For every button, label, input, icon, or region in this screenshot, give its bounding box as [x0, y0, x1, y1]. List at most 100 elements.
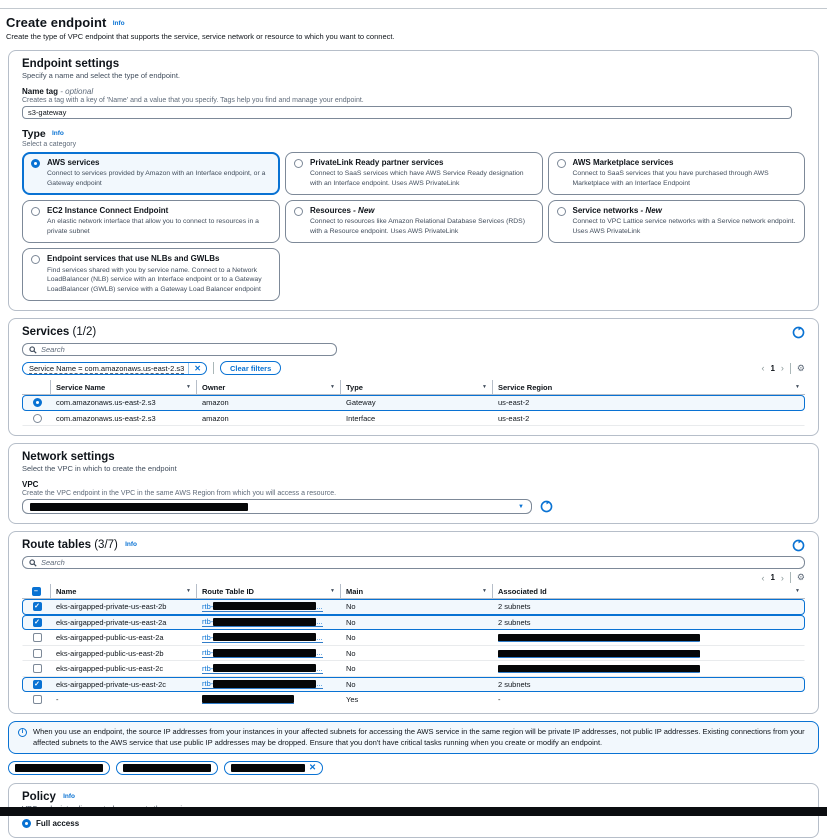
route-table-id-link[interactable]: rtb-...: [202, 602, 323, 612]
cell-type: Gateway: [341, 398, 493, 407]
new-badge: - New: [353, 206, 374, 215]
policy-info-link[interactable]: Info: [63, 793, 75, 800]
column-header-service-name[interactable]: Service Name▼: [50, 380, 196, 394]
route-table-id-link[interactable]: rtb-...: [202, 617, 323, 627]
redacted-subnet-value: [231, 764, 305, 772]
route-table-id-link[interactable]: rtb-...: [202, 633, 323, 643]
table-row-service-interface[interactable]: com.amazonaws.us-east-2.s3 amazon Interf…: [22, 411, 805, 427]
table-row-route-table[interactable]: - Yes -: [22, 692, 805, 708]
category-card-endpoint-services-nlb-gwlb[interactable]: Endpoint services that use NLBs and GWLB…: [22, 248, 280, 301]
vpc-refresh-button[interactable]: [540, 500, 553, 513]
route-tables-search-input[interactable]: [41, 558, 798, 567]
redacted-route-table-id: [202, 695, 294, 703]
redacted-route-table-id: [213, 633, 316, 641]
table-preferences-button[interactable]: ⚙: [797, 363, 805, 374]
table-row-route-table[interactable]: ✓ eks-airgapped-private-us-east-2a rtb-.…: [22, 615, 805, 631]
table-row-route-table[interactable]: eks-airgapped-public-us-east-2a rtb-... …: [22, 630, 805, 646]
column-header-associated-id[interactable]: Associated Id▼: [492, 584, 805, 598]
previous-page-button[interactable]: ‹: [761, 573, 764, 583]
search-icon: [29, 346, 37, 354]
column-header-service-region[interactable]: Service Region▼: [492, 380, 805, 394]
current-page[interactable]: 1: [770, 573, 774, 582]
radio-icon[interactable]: [557, 207, 566, 216]
next-page-button[interactable]: ›: [781, 363, 784, 373]
category-card-marketplace[interactable]: AWS Marketplace services Connect to SaaS…: [548, 152, 806, 195]
route-table-id-link[interactable]: rtb-...: [202, 648, 323, 658]
route-table-id-link[interactable]: rtb-...: [202, 679, 323, 689]
category-card-resources[interactable]: Resources - New Connect to resources lik…: [285, 200, 543, 243]
column-header-main[interactable]: Main▼: [340, 584, 492, 598]
full-access-option[interactable]: Full access: [22, 819, 805, 828]
remove-subnet-button[interactable]: ✕: [309, 762, 316, 773]
select-all-checkbox[interactable]: –: [32, 587, 41, 596]
row-checkbox[interactable]: [33, 695, 42, 704]
route-table-id-link[interactable]: rtb-...: [202, 664, 323, 674]
subnet-chip: ✕: [224, 761, 323, 775]
services-search[interactable]: [22, 343, 337, 356]
endpoint-settings-subtitle: Specify a name and select the type of en…: [22, 71, 805, 80]
column-header-type[interactable]: Type▼: [340, 380, 492, 394]
radio-icon[interactable]: [557, 159, 566, 168]
page-info-link[interactable]: Info: [113, 20, 125, 27]
previous-page-button[interactable]: ‹: [761, 363, 764, 373]
route-tables-search[interactable]: [22, 556, 805, 569]
radio-icon[interactable]: [294, 207, 303, 216]
table-row-route-table[interactable]: eks-airgapped-public-us-east-2b rtb-... …: [22, 646, 805, 662]
services-card: Services (1/2) Service Name = com.amazon…: [8, 318, 819, 436]
column-header-route-table-id[interactable]: Route Table ID▼: [196, 584, 340, 598]
table-row-route-table[interactable]: ✓ eks-airgapped-private-us-east-2b rtb-.…: [22, 599, 805, 615]
type-label: Type: [22, 128, 46, 140]
radio-icon[interactable]: [31, 207, 40, 216]
page-title-text: Create endpoint: [6, 15, 106, 30]
row-checkbox[interactable]: [33, 633, 42, 642]
clear-filters-button[interactable]: Clear filters: [220, 361, 281, 375]
radio-icon[interactable]: [31, 159, 40, 168]
redacted-associated-id: [498, 665, 700, 673]
cell-main: No: [341, 633, 493, 642]
row-radio[interactable]: [33, 398, 42, 407]
services-search-input[interactable]: [41, 345, 330, 354]
column-header-owner[interactable]: Owner▼: [196, 380, 340, 394]
associated-subnets-link[interactable]: 2 subnets: [498, 602, 531, 611]
type-info-link[interactable]: Info: [52, 130, 64, 137]
column-header-name[interactable]: Name▼: [50, 584, 196, 598]
row-checkbox[interactable]: [33, 664, 42, 673]
category-card-service-networks[interactable]: Service networks - New Connect to VPC La…: [548, 200, 806, 243]
name-tag-input[interactable]: [22, 106, 792, 119]
table-row-route-table[interactable]: eks-airgapped-public-us-east-2c rtb-... …: [22, 661, 805, 677]
category-card-privatelink-partner[interactable]: PrivateLink Ready partner services Conne…: [285, 152, 543, 195]
radio-icon[interactable]: [31, 255, 40, 264]
associated-subnets-link[interactable]: 2 subnets: [498, 680, 531, 689]
row-radio[interactable]: [33, 414, 42, 423]
cell-owner: amazon: [197, 414, 341, 423]
row-checkbox[interactable]: ✓: [33, 602, 42, 611]
route-tables-info-link[interactable]: Info: [125, 541, 137, 548]
network-settings-subtitle: Select the VPC in which to create the en…: [22, 464, 805, 473]
table-row-service-gateway[interactable]: com.amazonaws.us-east-2.s3 amazon Gatewa…: [22, 395, 805, 411]
cell-type: Interface: [341, 414, 493, 423]
sort-icon: ▼: [330, 384, 335, 390]
table-preferences-button[interactable]: ⚙: [797, 572, 805, 583]
filter-chip-remove-button[interactable]: ✕: [188, 363, 206, 374]
services-refresh-button[interactable]: [792, 326, 805, 339]
vpc-select[interactable]: ▼: [22, 499, 532, 514]
route-table-id-link[interactable]: [202, 695, 294, 704]
category-card-aws-services[interactable]: AWS services Connect to services provide…: [22, 152, 280, 195]
associated-subnets-link[interactable]: 2 subnets: [498, 618, 531, 627]
refresh-icon: [792, 539, 805, 552]
radio-icon[interactable]: [294, 159, 303, 168]
row-checkbox[interactable]: ✓: [33, 680, 42, 689]
table-row-route-table[interactable]: ✓ eks-airgapped-private-us-east-2c rtb-.…: [22, 677, 805, 693]
cell-associated-id: -: [493, 695, 804, 704]
radio-icon[interactable]: [22, 819, 31, 828]
refresh-icon: [540, 500, 553, 513]
route-tables-refresh-button[interactable]: [792, 539, 805, 552]
next-page-button[interactable]: ›: [781, 573, 784, 583]
route-tables-count: (3/7): [94, 539, 118, 551]
row-checkbox[interactable]: [33, 649, 42, 658]
current-page[interactable]: 1: [770, 364, 774, 373]
row-checkbox[interactable]: ✓: [33, 618, 42, 627]
search-icon: [29, 559, 37, 567]
category-card-ec2-instance-connect[interactable]: EC2 Instance Connect Endpoint An elastic…: [22, 200, 280, 243]
new-badge: - New: [641, 206, 662, 215]
